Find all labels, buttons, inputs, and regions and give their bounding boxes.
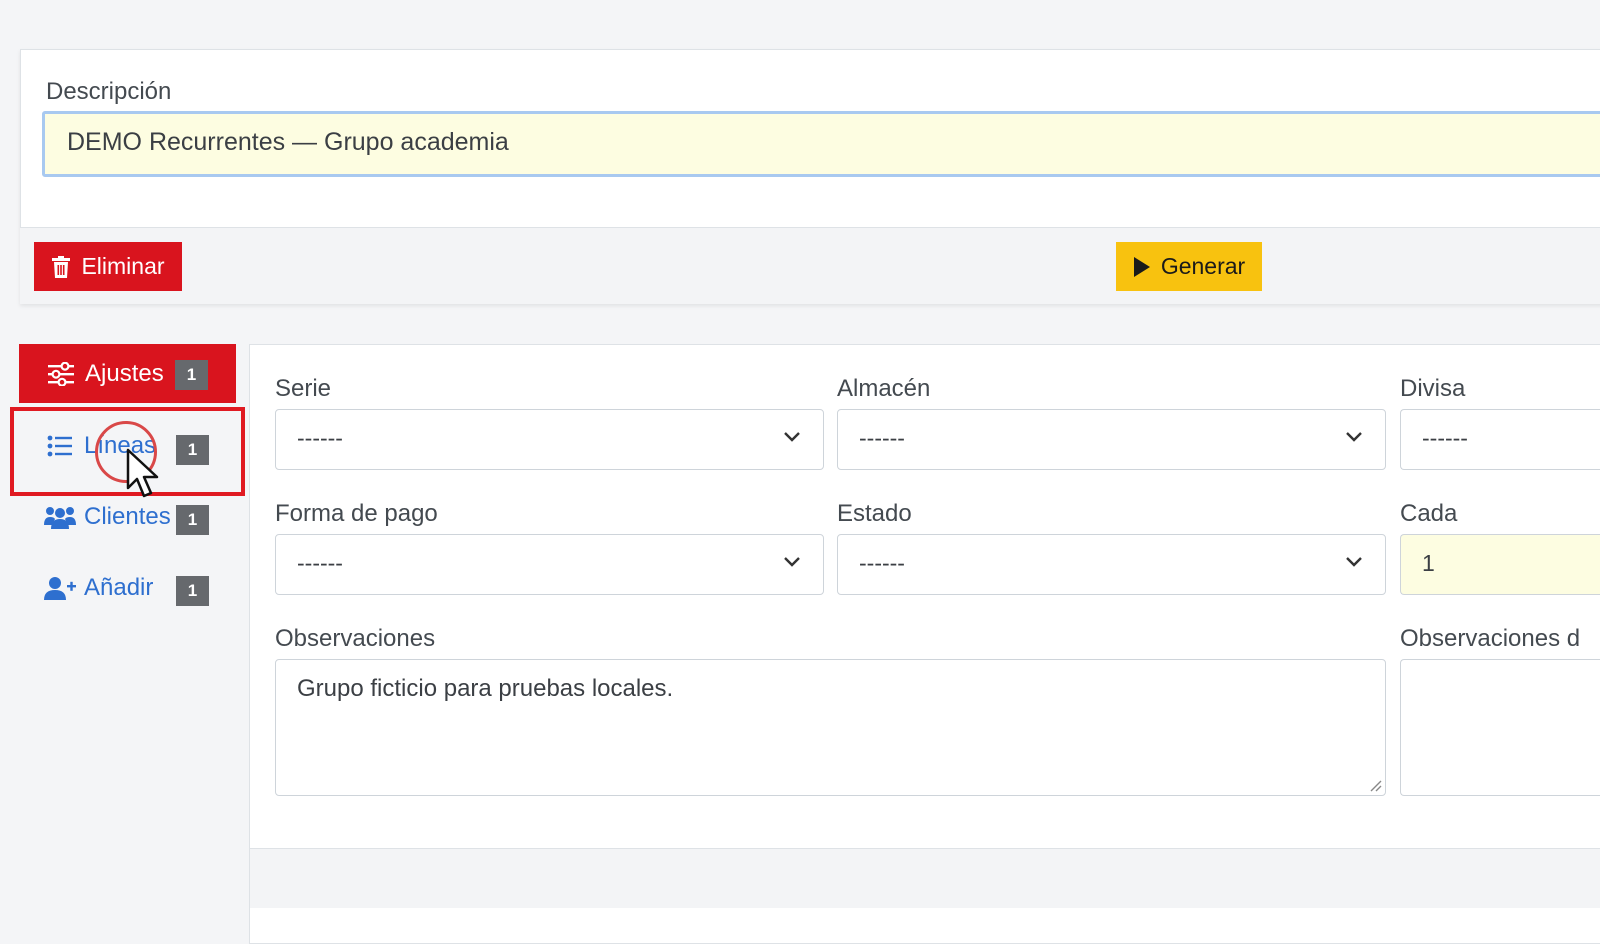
users-icon (44, 503, 76, 531)
observaciones-d-label: Observaciones d (1400, 625, 1581, 652)
generate-button-label: Generar (1160, 253, 1246, 279)
resize-handle-icon[interactable] (1368, 778, 1382, 792)
estado-value: ------ (859, 550, 905, 576)
delete-button[interactable]: Eliminar (34, 242, 182, 291)
header-card-footer (20, 227, 1600, 304)
trash-icon (52, 255, 71, 278)
user-plus-icon (44, 574, 76, 602)
cada-input[interactable]: 1 (1400, 534, 1600, 595)
delete-button-label: Eliminar (81, 253, 165, 279)
cada-label: Cada (1400, 500, 1458, 527)
observaciones-label: Observaciones (275, 625, 436, 652)
divisa-value: ------ (1422, 425, 1468, 451)
settings-panel-footer (250, 848, 1600, 908)
serie-label: Serie (275, 375, 332, 402)
chevron-down-icon (784, 432, 800, 442)
chevron-down-icon (784, 557, 800, 567)
divisa-select[interactable]: ------ (1400, 409, 1600, 470)
generate-button[interactable]: Generar (1116, 242, 1262, 291)
sliders-icon (45, 360, 77, 388)
almacen-select[interactable]: ------ (837, 409, 1386, 470)
sidebar-item-label: Añadir (84, 574, 154, 601)
serie-select[interactable]: ------ (275, 409, 824, 470)
observaciones-d-textarea[interactable] (1400, 659, 1600, 796)
sidebar-item-ajustes[interactable]: Ajustes 1 (19, 344, 236, 403)
description-input[interactable]: DEMO Recurrentes — Grupo academia (42, 111, 1600, 177)
count-badge: 1 (175, 360, 208, 390)
almacen-label: Almacén (837, 375, 931, 402)
play-icon (1133, 256, 1150, 277)
sidebar-item-anadir[interactable]: Añadir 1 (44, 566, 219, 610)
description-label: Descripción (46, 78, 172, 105)
sidebar-item-label: Ajustes (85, 359, 164, 387)
mouse-cursor-icon (126, 448, 159, 498)
chevron-down-icon (1346, 432, 1362, 442)
estado-label: Estado (837, 500, 912, 527)
divisa-label: Divisa (1400, 375, 1466, 402)
forma-pago-value: ------ (297, 550, 343, 576)
cada-value: 1 (1422, 550, 1435, 576)
observaciones-value: Grupo ficticio para pruebas locales. (297, 675, 674, 702)
serie-value: ------ (297, 425, 343, 451)
observaciones-textarea[interactable]: Grupo ficticio para pruebas locales. (275, 659, 1386, 796)
count-badge: 1 (176, 576, 209, 606)
sidebar-item-label: Clientes (84, 503, 171, 530)
almacen-value: ------ (859, 425, 905, 451)
chevron-down-icon (1346, 557, 1362, 567)
count-badge: 1 (176, 505, 209, 535)
forma-pago-select[interactable]: ------ (275, 534, 824, 595)
forma-pago-label: Forma de pago (275, 500, 438, 527)
estado-select[interactable]: ------ (837, 534, 1386, 595)
